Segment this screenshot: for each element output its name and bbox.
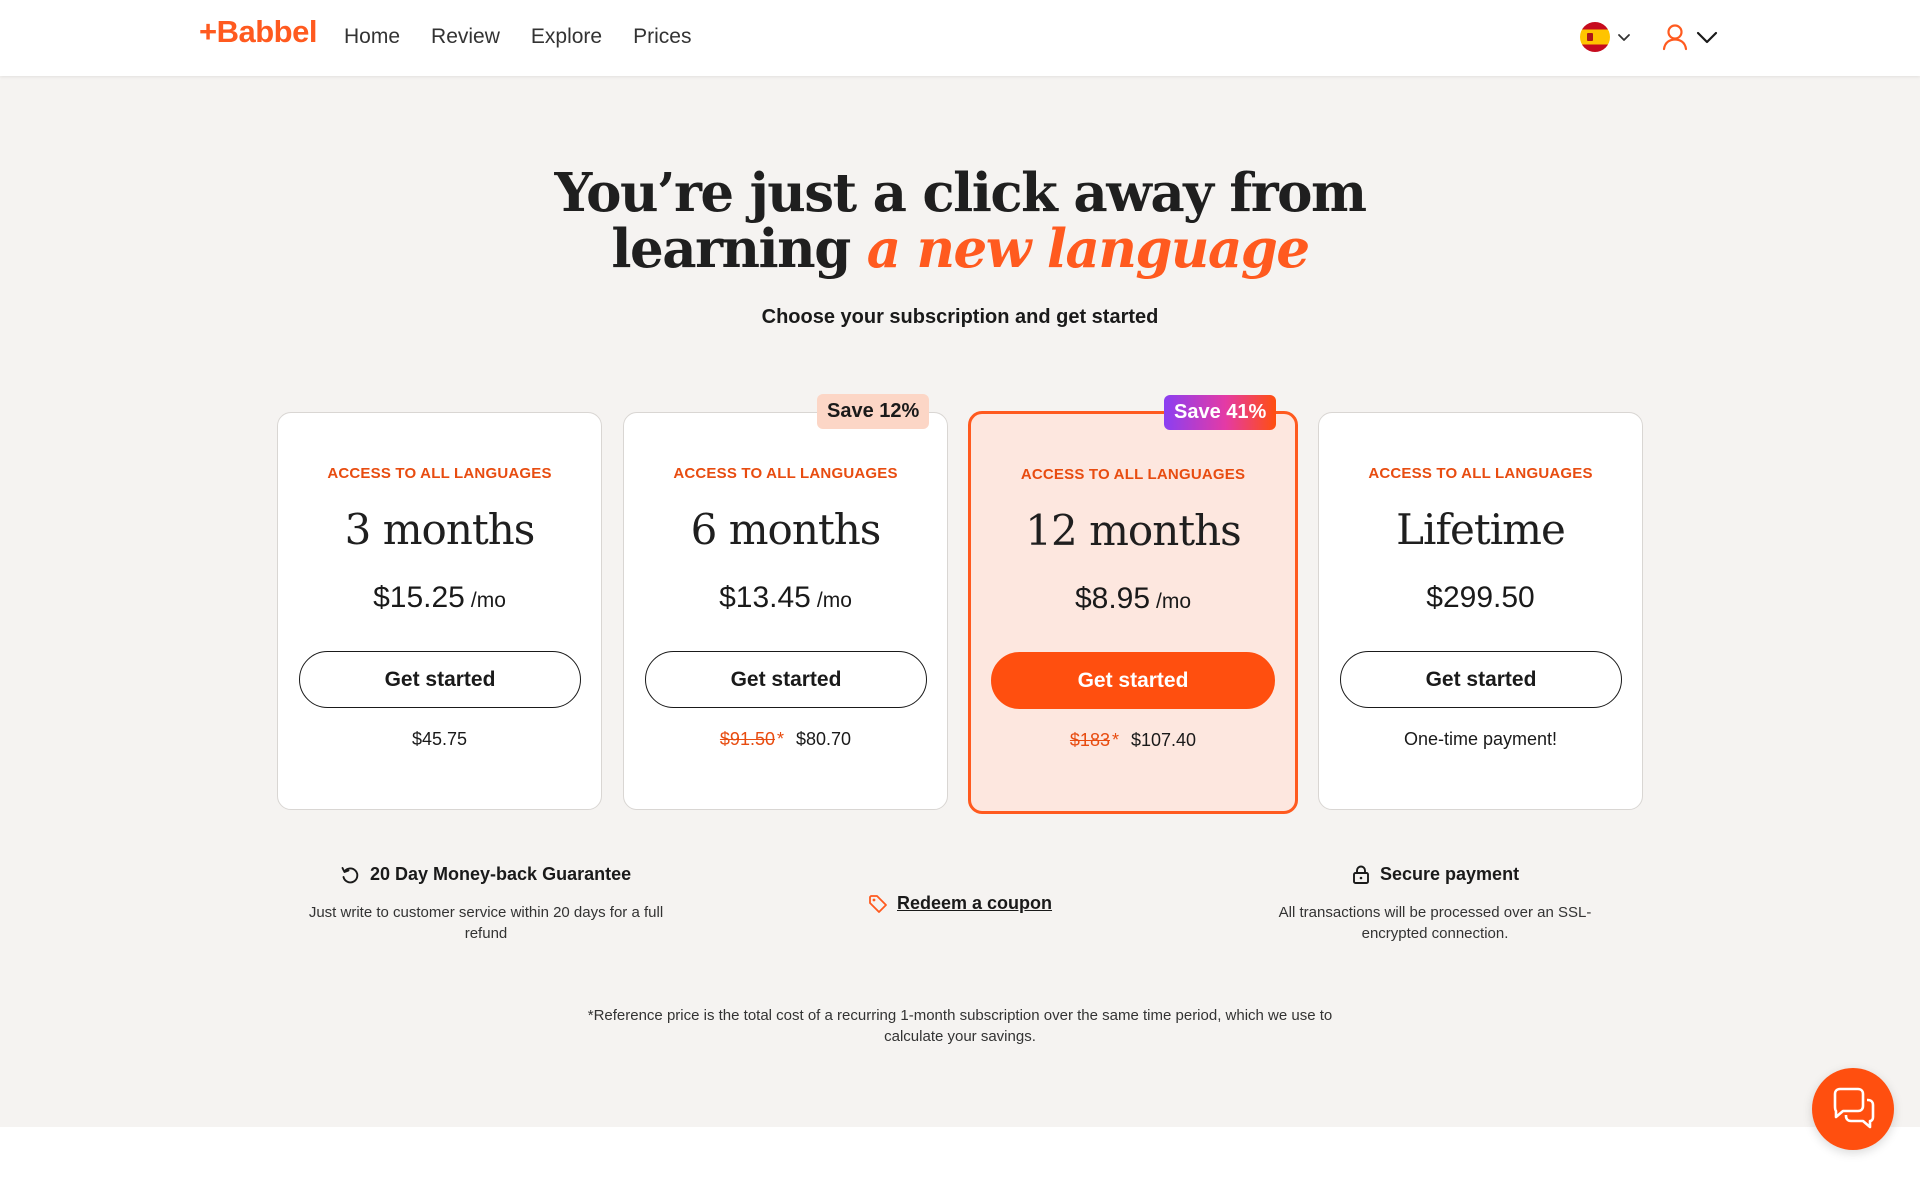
price-per-month: /mo <box>1156 590 1192 613</box>
nav-review[interactable]: Review <box>431 25 500 49</box>
plan-total: $45.75 <box>278 729 601 750</box>
main-nav: Home Review Explore Prices <box>344 25 691 49</box>
refresh-arrow-icon <box>341 866 359 883</box>
tag-icon <box>869 894 887 913</box>
plan-term: 12 months <box>1025 506 1241 555</box>
plan-price: $13.45/mo <box>624 581 947 615</box>
total-amount: One-time payment! <box>1403 729 1558 749</box>
plan-card-12-months: ACCESS TO ALL LANGUAGES 12 months $8.95/… <box>968 411 1298 814</box>
price-amount: $8.95 <box>1074 582 1151 615</box>
reference-price-mark: * <box>1111 730 1119 750</box>
chat-bubbles-icon <box>1833 1087 1875 1129</box>
plan-card-3-months: ACCESS TO ALL LANGUAGES 3 months $15.25/… <box>277 412 602 810</box>
price-amount: $15.25 <box>373 581 465 614</box>
redeem-coupon-label[interactable]: Redeem a coupon <box>897 893 1052 914</box>
get-started-button-6-months[interactable]: Get started <box>645 651 927 708</box>
price-per-month: /mo <box>470 589 506 612</box>
plan-access-label: ACCESS TO ALL LANGUAGES <box>1020 466 1246 483</box>
get-started-button-lifetime[interactable]: Get started <box>1340 651 1622 708</box>
get-started-button-3-months[interactable]: Get started <box>299 651 581 708</box>
redeem-coupon-link[interactable]: Redeem a coupon <box>868 893 1052 914</box>
plan-access-label: ACCESS TO ALL LANGUAGES <box>1368 465 1593 482</box>
page-subtitle: Choose your subscription and get started <box>761 306 1159 328</box>
nav-home[interactable]: Home <box>344 25 400 49</box>
plan-total: $91.50 * $80.70 <box>624 729 947 750</box>
plan-price: $15.25/mo <box>278 581 601 615</box>
title-accent: a new language <box>866 218 1310 280</box>
plan-price: $299.50 <box>1319 581 1642 615</box>
top-navigation-bar: +Babbel Home Review Explore Prices <box>0 0 1920 76</box>
title-line-2: learning <box>611 218 867 280</box>
price-amount: $299.50 <box>1426 581 1535 614</box>
plan-total: One-time payment! <box>1319 729 1642 750</box>
bottom-section <box>0 1127 1920 1200</box>
money-back-guarantee-text: Just write to customer service within 20… <box>308 904 664 942</box>
language-selector[interactable] <box>1580 22 1632 52</box>
secure-payment-title: Secure payment <box>1352 864 1519 885</box>
secure-payment-text: All transactions will be processed over … <box>1278 904 1592 942</box>
plan-card-lifetime: ACCESS TO ALL LANGUAGES Lifetime $299.50… <box>1318 412 1643 810</box>
chevron-down-icon <box>1618 34 1630 41</box>
page-title: You’re just a click away from learning a… <box>0 165 1920 277</box>
babbel-logo[interactable]: +Babbel <box>199 14 317 50</box>
reference-price-mark: * <box>776 729 784 749</box>
user-icon <box>1662 24 1688 51</box>
plan-term: Lifetime <box>1396 505 1566 554</box>
plan-card-6-months: ACCESS TO ALL LANGUAGES 6 months $13.45/… <box>623 412 948 810</box>
reference-price-footnote: *Reference price is the total cost of a … <box>587 1007 1333 1045</box>
chevron-down-icon <box>1696 31 1718 44</box>
total-amount: $80.70 <box>796 729 852 749</box>
total-amount: $107.40 <box>1130 730 1197 750</box>
nav-explore[interactable]: Explore <box>531 25 602 49</box>
chat-support-button[interactable] <box>1812 1068 1894 1150</box>
get-started-button-12-months[interactable]: Get started <box>991 652 1275 709</box>
reference-price: $183 <box>1069 730 1110 750</box>
title-line-1: You’re just a click away from <box>554 162 1367 224</box>
money-back-guarantee-title: 20 Day Money-back Guarantee <box>340 864 631 885</box>
plan-access-label: ACCESS TO ALL LANGUAGES <box>327 465 552 482</box>
lock-icon <box>1353 865 1369 884</box>
user-menu[interactable] <box>1660 22 1720 52</box>
plan-term: 3 months <box>344 505 536 554</box>
plan-term: 6 months <box>690 505 882 554</box>
reference-price: $91.50 <box>719 729 775 749</box>
total-amount: $45.75 <box>411 729 468 749</box>
plan-access-label: ACCESS TO ALL LANGUAGES <box>673 465 898 482</box>
price-amount: $13.45 <box>719 581 811 614</box>
save-badge-41: Save 41% <box>1164 395 1277 430</box>
save-badge-12: Save 12% <box>817 394 930 429</box>
spain-flag-icon <box>1580 22 1610 52</box>
nav-prices[interactable]: Prices <box>633 25 691 49</box>
plan-price: $8.95/mo <box>971 582 1295 616</box>
price-per-month: /mo <box>816 589 852 612</box>
plan-total: $183 * $107.40 <box>971 730 1295 751</box>
